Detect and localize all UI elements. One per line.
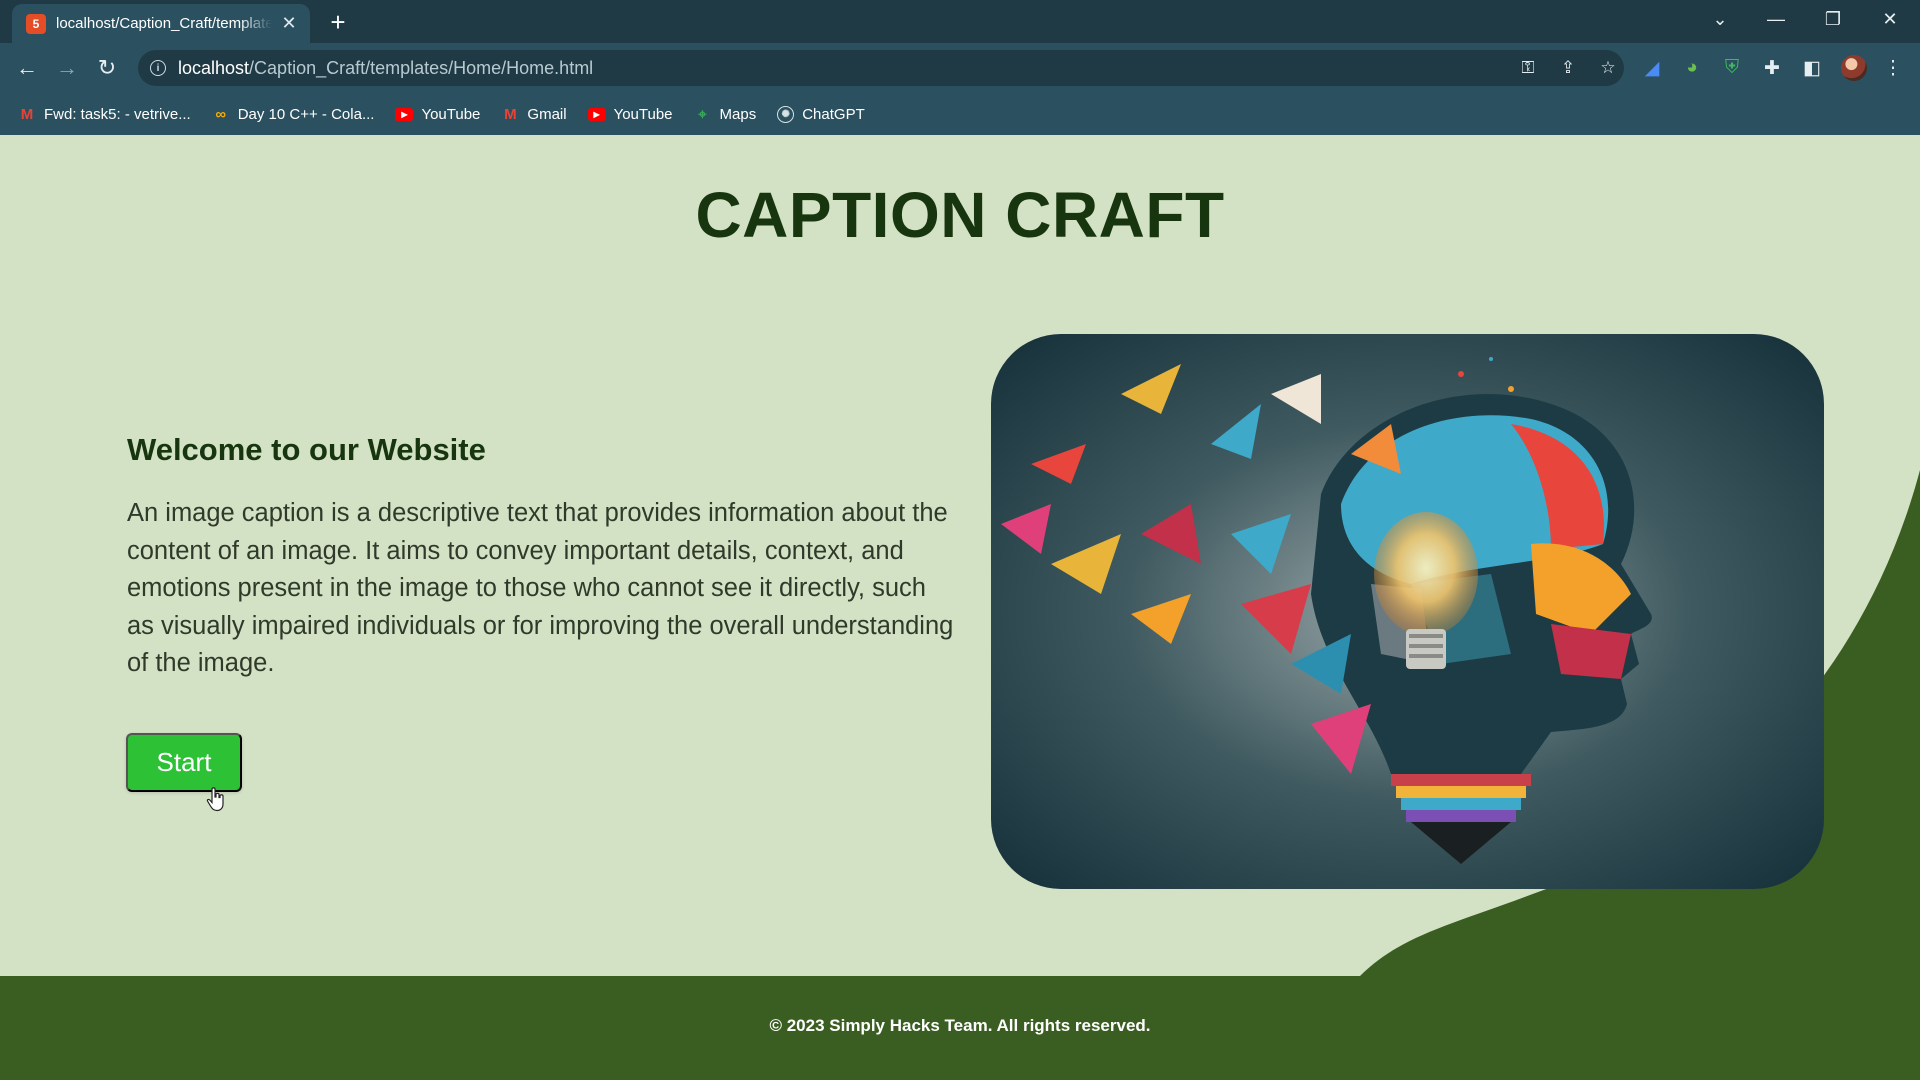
extension-green-icon[interactable]: ◕	[1677, 53, 1707, 83]
tab-title: localhost/Caption_Craft/templates/Home/H…	[56, 15, 272, 32]
bookmark-label: YouTube	[613, 105, 673, 123]
bookmark-item[interactable]: ✺ ChatGPT	[777, 105, 865, 123]
side-panel-icon[interactable]: ◧	[1797, 53, 1827, 83]
bookmark-label: Maps	[719, 105, 757, 123]
gmail-icon: M	[20, 105, 34, 123]
bookmark-item[interactable]: ⌖ Maps	[694, 105, 757, 123]
html5-icon: 5	[26, 13, 46, 34]
back-arrow-icon[interactable]: ←	[12, 53, 42, 83]
key-icon[interactable]: ⚿	[1516, 56, 1540, 80]
reload-icon[interactable]: ↻	[92, 53, 122, 83]
bookmark-item[interactable]: ∞ Day 10 C++ - Cola...	[212, 105, 375, 123]
url-text[interactable]: localhost/Caption_Craft/templates/Home/H…	[178, 58, 593, 79]
youtube-icon: ▶	[395, 107, 414, 121]
browser-tab[interactable]: 5 localhost/Caption_Craft/templates/Home…	[12, 4, 310, 43]
maps-icon: ⌖	[698, 105, 707, 123]
forward-arrow-icon[interactable]: →	[52, 53, 82, 83]
footer: © 2023 Simply Hacks Team. All rights res…	[0, 976, 1920, 1080]
close-icon[interactable]: ✕	[278, 13, 300, 35]
bookmark-label: Fwd: task5: - vetrive...	[44, 105, 191, 123]
restore-icon[interactable]: ❐	[1813, 4, 1853, 34]
youtube-icon: ▶	[587, 107, 606, 121]
menu-kebab-icon[interactable]: ⋮	[1878, 53, 1908, 83]
hand-cursor-icon	[206, 787, 224, 812]
extension-blue-icon[interactable]: ◢	[1637, 53, 1667, 83]
bookmark-label: ChatGPT	[802, 105, 865, 123]
chatgpt-icon: ✺	[777, 105, 795, 123]
gmail-icon: M	[504, 105, 517, 123]
share-icon[interactable]: ⇪	[1556, 56, 1580, 80]
page-content: CAPTION CRAFT Welcome to our Website An …	[0, 135, 1920, 1080]
window-close-icon[interactable]: ✕	[1870, 4, 1910, 34]
bookmark-item[interactable]: M Fwd: task5: - vetrive...	[18, 106, 191, 123]
welcome-heading: Welcome to our Website	[127, 432, 486, 467]
browser-tab-strip: 5 localhost/Caption_Craft/templates/Home…	[0, 0, 1920, 43]
profile-avatar[interactable]	[1841, 55, 1867, 81]
extensions-puzzle-icon[interactable]: ✚	[1757, 53, 1787, 83]
bookmark-item[interactable]: M Gmail	[501, 106, 566, 123]
bookmark-item[interactable]: ▶ YouTube	[587, 105, 673, 123]
address-bar[interactable]: i localhost/Caption_Craft/templates/Home…	[138, 50, 1624, 86]
new-tab-plus-icon[interactable]: +	[324, 7, 352, 37]
colab-icon: ∞	[215, 105, 227, 123]
bookmark-label: YouTube	[421, 105, 481, 123]
page-title: CAPTION CRAFT	[695, 179, 1225, 251]
bookmark-star-icon[interactable]: ☆	[1596, 56, 1620, 80]
tab-search-chevron-icon[interactable]: ⌄	[1700, 4, 1740, 34]
site-info-icon[interactable]: i	[150, 60, 166, 76]
bookmarks-bar: M Fwd: task5: - vetrive... ∞ Day 10 C++ - …	[0, 93, 1920, 135]
bookmark-item[interactable]: ▶ YouTube	[395, 106, 480, 123]
bookmark-label: Day 10 C++ - Cola...	[237, 105, 375, 123]
footer-copyright: © 2023 Simply Hacks Team. All rights res…	[769, 1016, 1151, 1035]
minimize-icon[interactable]: —	[1756, 4, 1796, 34]
shield-icon[interactable]: ⛨	[1717, 53, 1747, 83]
description-text: An image caption is a descriptive text t…	[127, 499, 954, 677]
browser-toolbar: ← → ↻ i localhost/Caption_Craft/template…	[0, 43, 1920, 93]
start-button[interactable]: Start	[126, 733, 242, 792]
hero-lightbulb-head-image	[991, 334, 1824, 889]
bookmark-label: Gmail	[527, 105, 567, 123]
